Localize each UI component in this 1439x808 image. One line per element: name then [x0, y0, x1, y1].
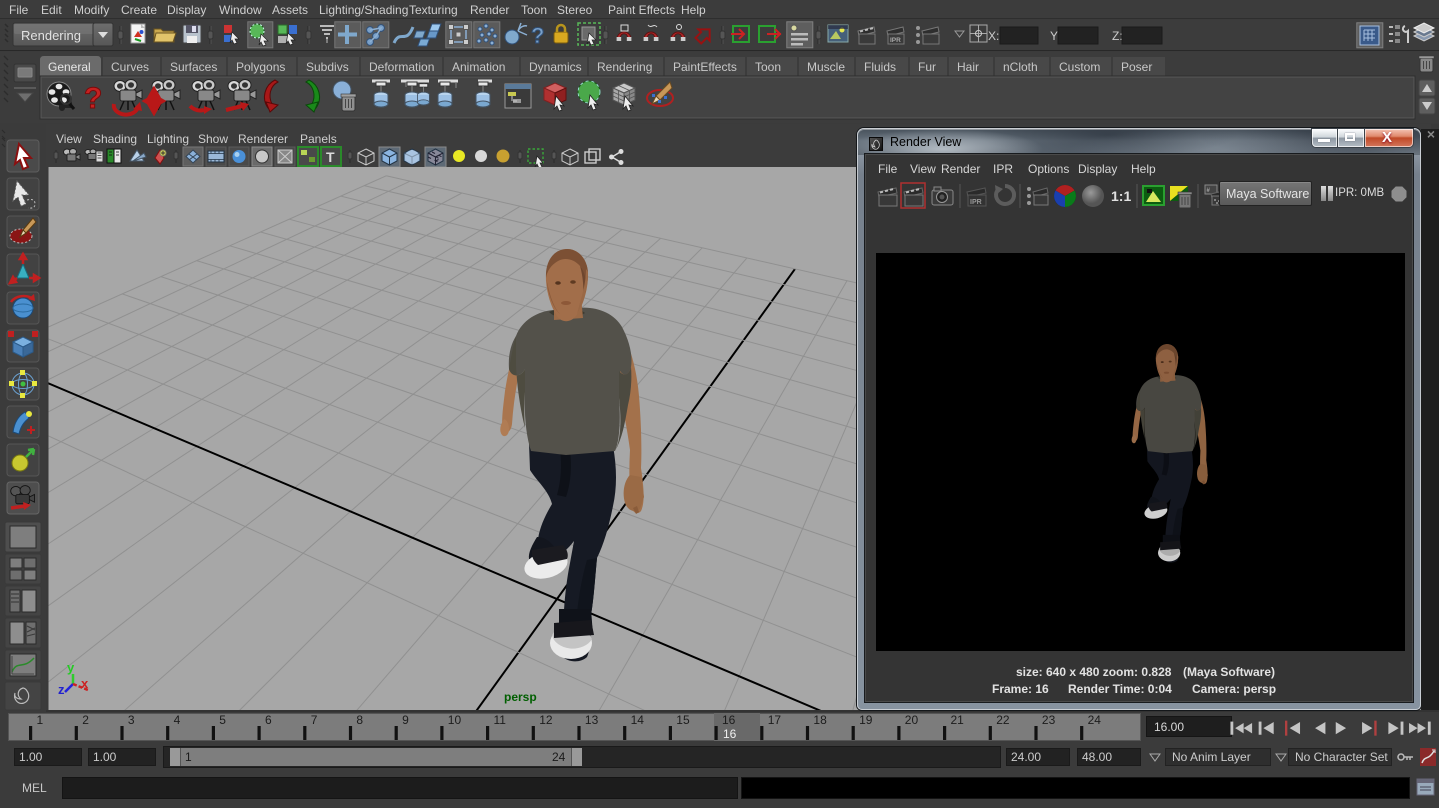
svg-text:Toon: Toon — [755, 60, 781, 74]
svg-text:Fur: Fur — [918, 60, 936, 74]
svg-text:15: 15 — [676, 713, 690, 727]
svg-text:?: ? — [531, 23, 544, 48]
svg-text:Subdivs: Subdivs — [306, 60, 349, 74]
svg-text:22: 22 — [996, 713, 1010, 727]
svg-text:23: 23 — [1042, 713, 1056, 727]
svg-text:12: 12 — [539, 713, 553, 727]
svg-text:8: 8 — [356, 713, 363, 727]
svg-text:16: 16 — [722, 713, 736, 727]
svg-text:13: 13 — [585, 713, 599, 727]
svg-text:14: 14 — [631, 713, 645, 727]
svg-text:Poser: Poser — [1121, 60, 1152, 74]
svg-text:17: 17 — [768, 713, 782, 727]
svg-text:4: 4 — [174, 713, 181, 727]
svg-text:24: 24 — [1088, 713, 1102, 727]
svg-text:Z:: Z: — [1112, 29, 1123, 43]
svg-text:Animation: Animation — [452, 60, 505, 74]
svg-text:3: 3 — [128, 713, 135, 727]
svg-text:IPR: IPR — [890, 37, 901, 44]
svg-text:11: 11 — [494, 713, 507, 727]
svg-text:persp: persp — [504, 690, 537, 704]
svg-text:6: 6 — [265, 713, 272, 727]
svg-text:Rendering: Rendering — [597, 60, 652, 74]
svg-text:Fluids: Fluids — [864, 60, 896, 74]
svg-text:Deformation: Deformation — [369, 60, 434, 74]
svg-text:2: 2 — [82, 713, 89, 727]
svg-text:General: General — [48, 60, 91, 74]
svg-text:IPR: IPR — [970, 199, 982, 206]
svg-text:Custom: Custom — [1059, 60, 1100, 74]
svg-text:Hair: Hair — [957, 60, 979, 74]
svg-text:5: 5 — [219, 713, 226, 727]
svg-text:10: 10 — [448, 713, 462, 727]
svg-text:21: 21 — [951, 713, 965, 727]
svg-text:Muscle: Muscle — [807, 60, 845, 74]
svg-text:20: 20 — [905, 713, 919, 727]
svg-text:Polygons: Polygons — [236, 60, 285, 74]
svg-text:x: x — [81, 676, 89, 691]
svg-text:7: 7 — [311, 713, 318, 727]
svg-text:1: 1 — [37, 713, 44, 727]
svg-text:T: T — [326, 149, 335, 165]
svg-text:Rendering: Rendering — [21, 28, 81, 43]
svg-text:Surfaces: Surfaces — [170, 60, 217, 74]
svg-text:Curves: Curves — [111, 60, 149, 74]
svg-text:18: 18 — [813, 713, 827, 727]
svg-text:y: y — [67, 660, 75, 675]
svg-text:16: 16 — [723, 727, 737, 741]
svg-text:9: 9 — [402, 713, 409, 727]
svg-text:1:1: 1:1 — [1111, 188, 1131, 204]
svg-text:X:: X: — [988, 29, 999, 43]
svg-text:?: ? — [84, 82, 102, 115]
svg-text:z: z — [58, 682, 65, 697]
svg-text:PaintEffects: PaintEffects — [673, 60, 737, 74]
svg-text:Dynamics: Dynamics — [529, 60, 582, 74]
svg-text:nCloth: nCloth — [1003, 60, 1038, 74]
svg-text:19: 19 — [859, 713, 873, 727]
